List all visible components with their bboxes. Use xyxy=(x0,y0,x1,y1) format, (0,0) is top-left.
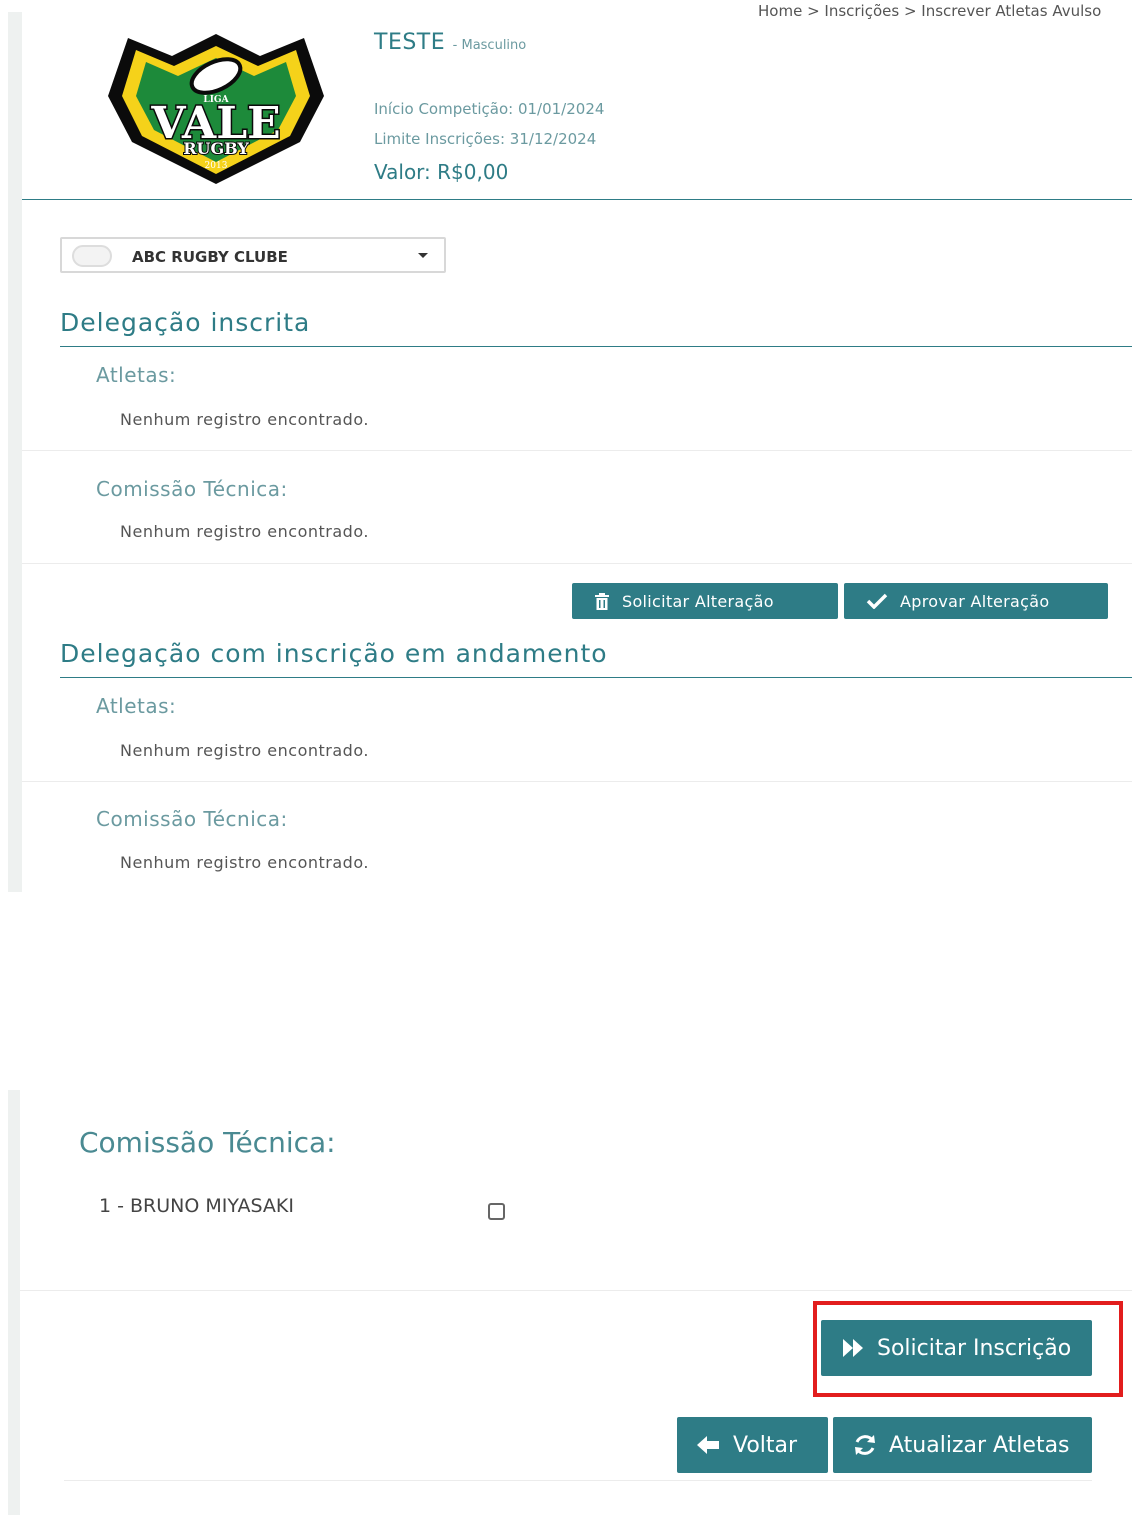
club-select[interactable]: ABC RUGBY CLUBE xyxy=(60,237,446,273)
refresh-icon xyxy=(855,1435,875,1455)
pending-staff-empty: Nenhum registro encontrado. xyxy=(120,853,369,872)
competition-title: TESTE - Masculino xyxy=(374,30,526,55)
back-button[interactable]: Voltar xyxy=(677,1417,828,1473)
row-divider xyxy=(22,781,1132,782)
row-divider xyxy=(22,450,1132,451)
row-divider xyxy=(20,1290,1132,1291)
refresh-athletes-label: Atualizar Atletas xyxy=(889,1432,1070,1458)
logo-sub-text: RUGBY xyxy=(183,139,249,158)
pending-athletes-empty: Nenhum registro encontrado. xyxy=(120,741,369,760)
header-divider xyxy=(22,199,1132,200)
registered-divider xyxy=(60,346,1132,347)
pending-athletes-label: Atletas: xyxy=(96,694,177,718)
competition-value: Valor: R$0,00 xyxy=(374,160,509,184)
arrow-left-icon xyxy=(697,1436,719,1454)
request-registration-button[interactable]: Solicitar Inscrição xyxy=(821,1320,1092,1376)
registered-staff-empty: Nenhum registro encontrado. xyxy=(120,522,369,541)
pending-staff-label: Comissão Técnica: xyxy=(96,807,288,831)
trash-icon xyxy=(595,592,609,610)
request-change-label: Solicitar Alteração xyxy=(622,591,774,611)
logo-year-text: 2013 xyxy=(205,161,228,171)
pending-delegation-title: Delegação com inscrição em andamento xyxy=(60,639,608,668)
row-divider xyxy=(22,563,1132,564)
breadcrumb: Home > Inscrições > Inscrever Atletas Av… xyxy=(758,2,1102,20)
approve-change-button[interactable]: Aprovar Alteração xyxy=(844,583,1108,619)
registration-request-panel: Comissão Técnica: 1 - BRUNO MIYASAKI Sol… xyxy=(8,1090,1132,1515)
footer-divider xyxy=(64,1480,1092,1481)
liga-vale-rugby-logo: LIGA VALE RUGBY 2013 xyxy=(108,34,324,184)
request-change-button[interactable]: Solicitar Alteração xyxy=(572,583,838,619)
staff-selection-label: Comissão Técnica: xyxy=(79,1126,336,1159)
staff-member-name: 1 - BRUNO MIYASAKI xyxy=(99,1195,294,1217)
competition-panel: Home > Inscrições > Inscrever Atletas Av… xyxy=(8,2,1132,892)
caret-down-icon xyxy=(418,253,428,258)
competition-category: - Masculino xyxy=(452,38,527,53)
staff-member-checkbox[interactable] xyxy=(488,1203,505,1220)
registered-athletes-empty: Nenhum registro encontrado. xyxy=(120,410,369,429)
check-icon xyxy=(866,593,888,609)
approve-change-label: Aprovar Alteração xyxy=(900,591,1050,611)
pending-divider xyxy=(60,677,1132,678)
back-label: Voltar xyxy=(733,1432,798,1458)
registered-delegation-title: Delegação inscrita xyxy=(60,308,311,337)
competition-name: TESTE xyxy=(374,30,446,55)
refresh-athletes-button[interactable]: Atualizar Atletas xyxy=(833,1417,1092,1473)
competition-start: Início Competição: 01/01/2024 xyxy=(374,100,605,118)
fast-forward-icon xyxy=(843,1339,863,1357)
request-registration-label: Solicitar Inscrição xyxy=(877,1335,1072,1361)
registered-athletes-label: Atletas: xyxy=(96,363,177,387)
registered-staff-label: Comissão Técnica: xyxy=(96,477,288,501)
club-avatar-icon xyxy=(72,245,112,267)
registration-deadline: Limite Inscrições: 31/12/2024 xyxy=(374,130,597,148)
club-select-value: ABC RUGBY CLUBE xyxy=(132,248,288,266)
